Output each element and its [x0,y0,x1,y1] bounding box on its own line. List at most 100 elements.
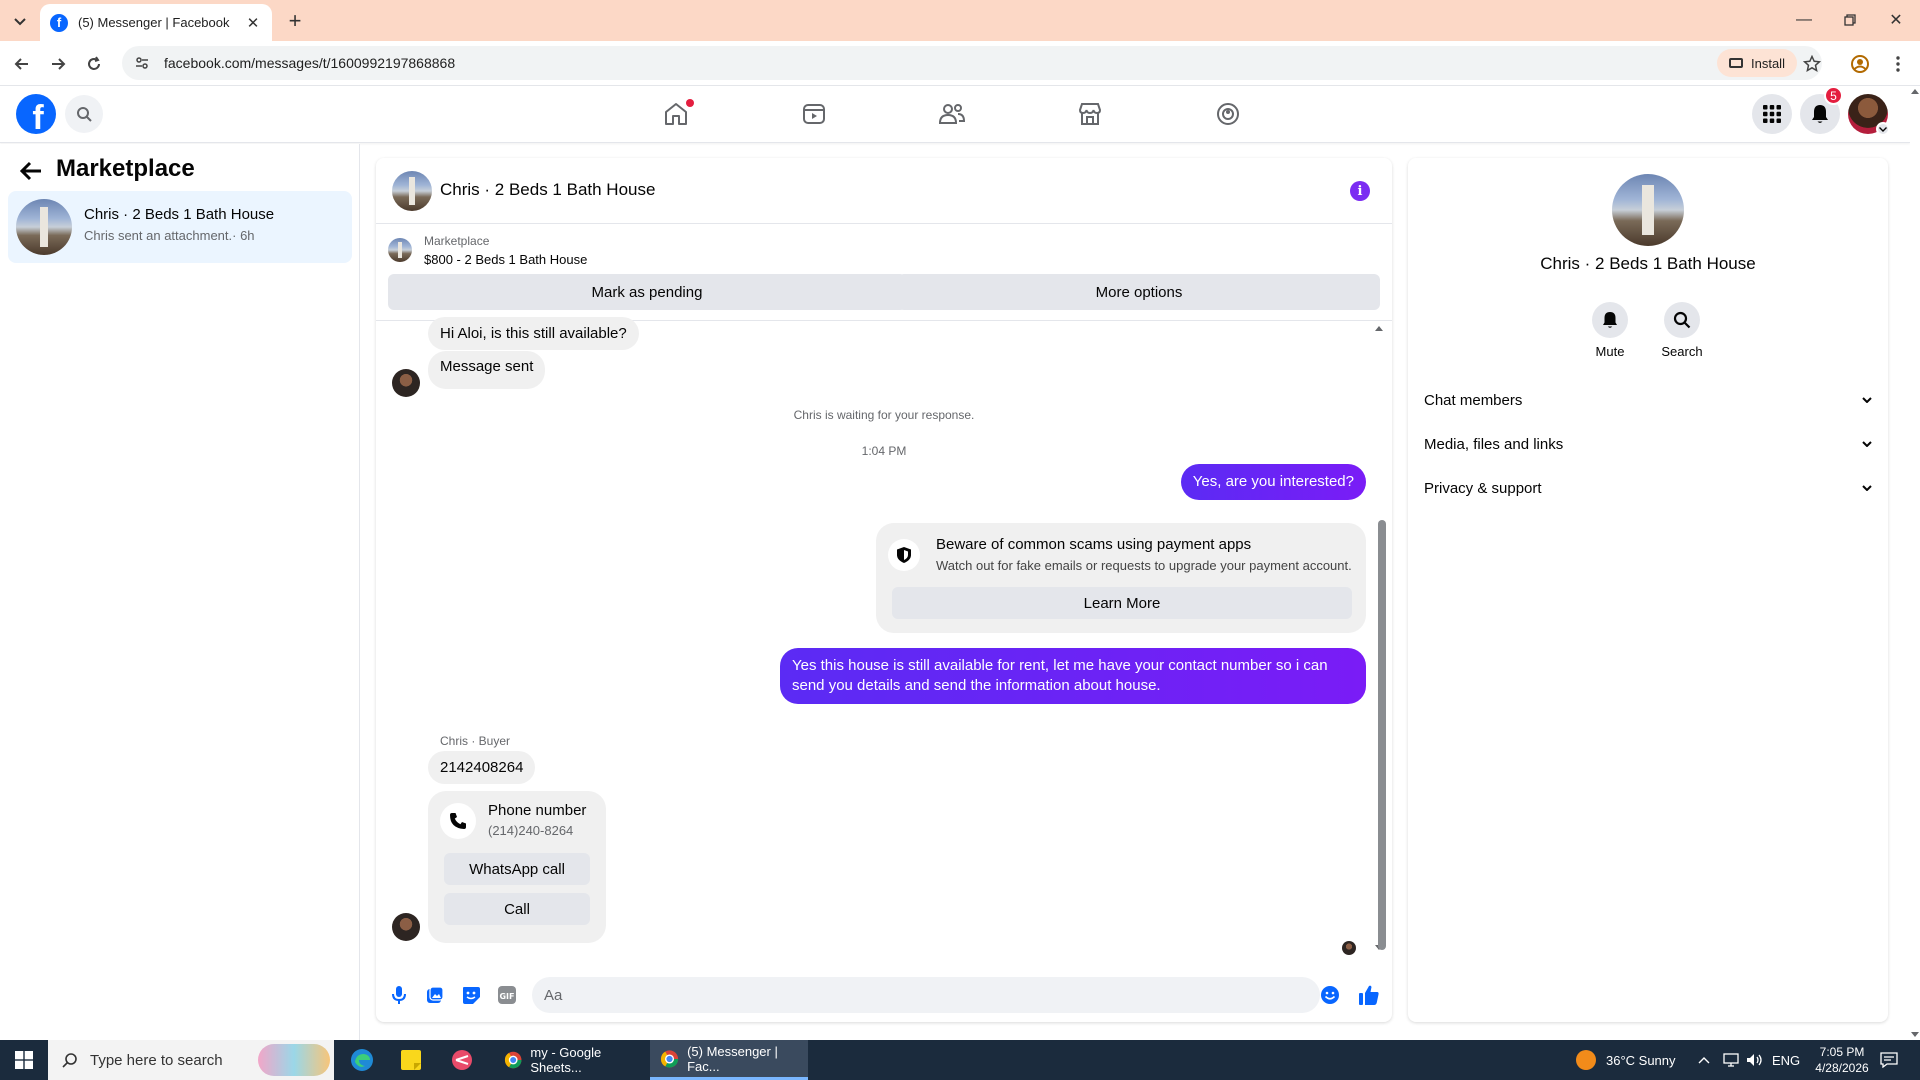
section-chat-members[interactable]: Chat members [1424,382,1872,418]
mark-as-pending-button[interactable]: Mark as pending [388,274,906,310]
notifications-badge: 5 [1824,86,1843,105]
chat-title[interactable]: Chris · 2 Beds 1 Bath House [440,180,655,200]
conversation-name: Chris · 2 Beds 1 Bath House [84,206,275,223]
sender-avatar[interactable] [392,913,420,941]
marketplace-icon[interactable] [1074,98,1106,130]
taskbar-window-google-sheets[interactable]: my - Google Sheets... [494,1040,646,1080]
photo-attach-icon[interactable] [424,984,446,1006]
install-app-button[interactable]: Install [1717,49,1797,77]
page-scrollbar[interactable] [1910,86,1920,1040]
weather-widget[interactable]: 36°C Sunny [1576,1040,1676,1080]
reload-icon[interactable] [80,50,108,78]
sender-avatar[interactable] [392,369,420,397]
windows-start-icon[interactable] [0,1040,48,1080]
call-button[interactable]: Call [444,893,590,925]
bookmark-star-icon[interactable] [1798,50,1826,78]
video-icon[interactable] [798,98,830,130]
marketplace-sidebar: Marketplace Chris · 2 Beds 1 Bath House … [0,144,360,1040]
account-chevron-down-icon[interactable] [1876,122,1890,136]
listing-title[interactable]: $800 - 2 Beds 1 Bath House [424,252,587,267]
close-window-icon[interactable]: ✕ [1876,6,1916,34]
sticky-notes-icon[interactable] [400,1040,424,1080]
section-label: Chat members [1424,391,1523,409]
conversation-item[interactable]: Chris · 2 Beds 1 Bath House Chris sent a… [8,191,352,263]
chat-scrollbar-thumb[interactable] [1378,520,1386,950]
menu-grid-icon[interactable] [1752,94,1792,134]
search-highlight-image [258,1044,330,1076]
like-thumbs-up-icon[interactable] [1358,984,1380,1006]
phone-icon [440,803,476,839]
browser-profile-icon[interactable] [1846,50,1874,78]
browser-tab-messenger[interactable]: f (5) Messenger | Facebook ✕ [40,4,272,41]
language-indicator[interactable]: ENG [1772,1040,1800,1080]
volume-icon[interactable] [1746,1040,1764,1080]
outgoing-message-long: Yes this house is still available for re… [780,648,1366,704]
section-privacy-support[interactable]: Privacy & support [1424,470,1872,506]
emoji-icon[interactable] [1319,984,1341,1006]
section-label: Privacy & support [1424,479,1542,497]
incoming-phone-message: 2142408264 [428,751,536,784]
address-bar[interactable]: facebook.com/messages/t/1600992197868868 [122,46,1822,80]
url-text[interactable]: facebook.com/messages/t/1600992197868868 [164,55,455,71]
mute-action[interactable]: Mute [1580,302,1640,359]
bell-icon[interactable] [1592,302,1628,338]
install-label: Install [1751,55,1785,71]
site-settings-icon[interactable] [134,55,150,71]
shield-icon [888,539,920,571]
chat-header-thumbnail[interactable] [392,171,432,211]
tab-search-chevron-icon[interactable] [8,10,32,34]
search-icon[interactable] [1664,302,1700,338]
more-options-button[interactable]: More options [898,274,1380,310]
back-arrow-icon[interactable] [8,50,36,78]
listing-source-label: Marketplace [424,234,490,248]
tray-chevron-up-icon[interactable] [1698,1040,1710,1080]
info-panel-thumbnail[interactable] [1612,174,1684,246]
learn-more-button[interactable]: Learn More [892,587,1352,619]
edge-browser-icon[interactable] [350,1040,374,1080]
notifications-bell-icon[interactable]: 5 [1800,86,1843,134]
sticker-icon[interactable] [460,984,482,1006]
facebook-search-icon[interactable] [65,95,103,133]
taskbar-window-messenger[interactable]: (5) Messenger | Fac... [650,1040,808,1080]
info-panel-name: Chris · 2 Beds 1 Bath House [1540,254,1756,273]
taskbar-window-label: my - Google Sheets... [530,1045,602,1075]
info-icon[interactable]: i [1350,181,1370,201]
notification-center-icon[interactable] [1880,1040,1898,1080]
chevron-down-icon [1862,485,1872,491]
forward-arrow-icon[interactable] [44,50,72,78]
browser-menu-kebab-icon[interactable] [1884,50,1912,78]
message-timestamp: 1:04 PM [861,444,907,458]
read-receipt-avatar [1342,941,1356,955]
gif-icon[interactable]: GIF [496,984,518,1006]
facebook-favicon-icon: f [50,13,68,32]
taskbar-search-box[interactable]: Type here to search [48,1040,334,1080]
message-list: Hi Aloi, is this still available? Messag… [376,317,1392,961]
restore-window-icon[interactable] [1830,6,1870,34]
tab-close-icon[interactable]: ✕ [244,14,262,32]
new-tab-plus-icon[interactable]: + [282,8,308,34]
gaming-icon[interactable] [1212,98,1244,130]
microphone-icon[interactable] [388,984,410,1006]
home-icon[interactable] [660,98,694,130]
phone-card-title: Phone number [488,802,587,819]
chat-header: Chris · 2 Beds 1 Bath House i [376,158,1392,224]
whatsapp-call-button[interactable]: WhatsApp call [444,853,590,885]
svg-text:GIF: GIF [499,992,514,1001]
facebook-logo-icon[interactable]: f [16,94,56,134]
snip-tool-icon[interactable] [450,1040,474,1080]
message-input[interactable] [532,977,1320,1013]
network-icon[interactable] [1722,1040,1740,1080]
browser-toolbar: facebook.com/messages/t/1600992197868868 [0,41,1920,86]
scam-warning-card: Beware of common scams using payment app… [876,523,1366,633]
listing-thumbnail[interactable] [388,238,412,262]
clock-date: 4/28/2026 [1815,1061,1869,1075]
phone-number-card: Phone number (214)240-8264 WhatsApp call… [428,791,606,943]
search-label: Search [1661,344,1703,359]
friends-icon[interactable] [936,98,968,130]
minimize-window-icon[interactable]: — [1784,6,1824,34]
taskbar-clock[interactable]: 7:05 PM 4/28/2026 [1806,1040,1878,1080]
search-action[interactable]: Search [1652,302,1712,359]
section-media-files-links[interactable]: Media, files and links [1424,426,1872,462]
sidebar-back-arrow-icon[interactable] [18,158,44,184]
taskbar-search-icon [62,1052,78,1068]
